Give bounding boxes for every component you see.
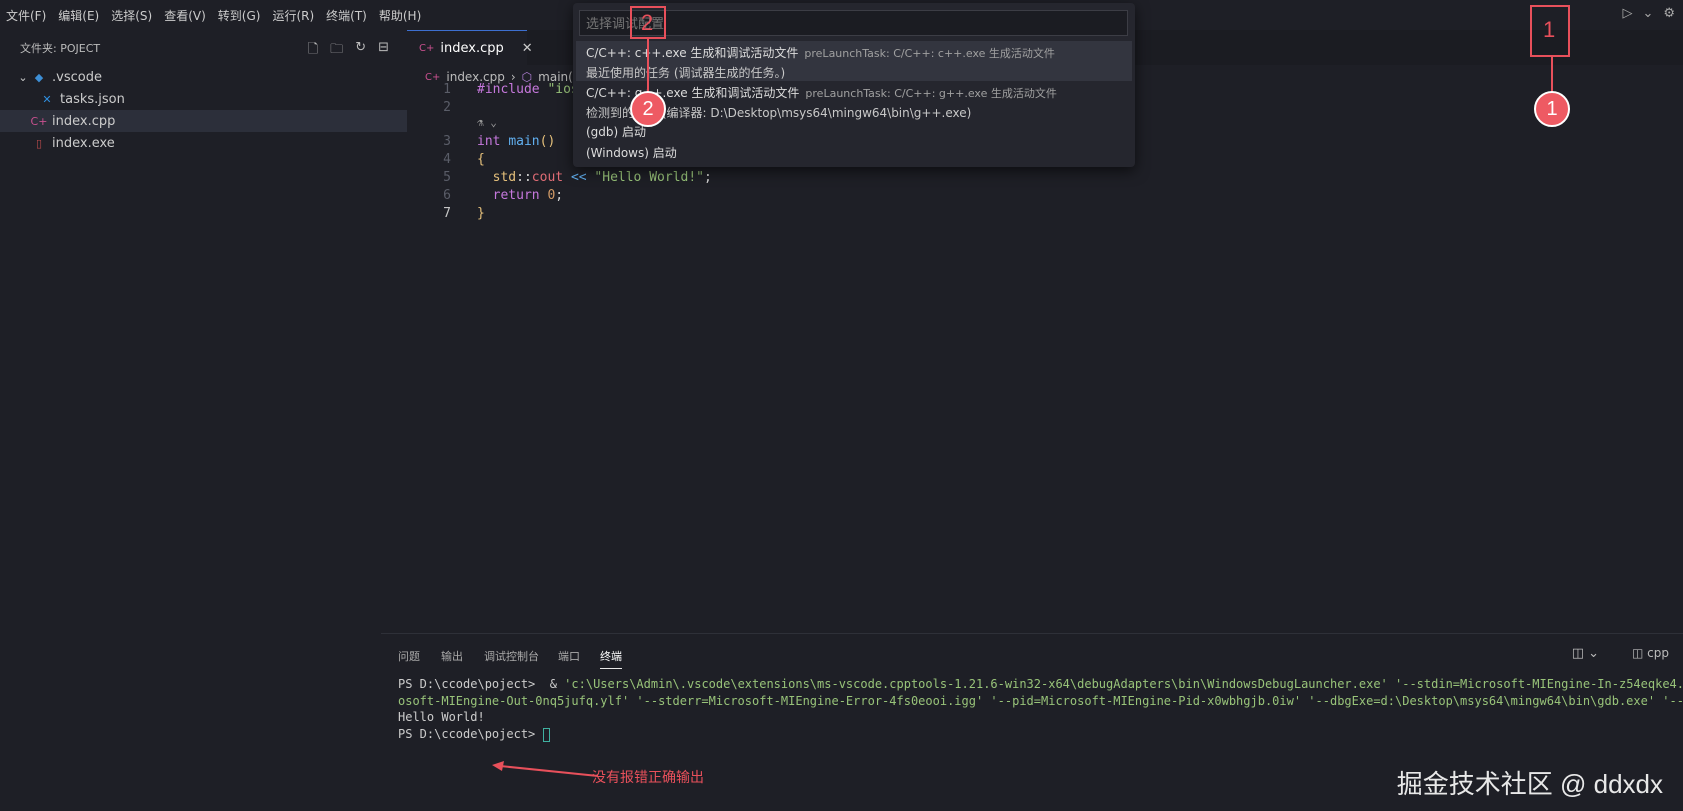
quickpick-item[interactable]: (Windows) 启动 — [576, 144, 1132, 164]
line-number: 2 — [443, 100, 451, 115]
quickpick-item[interactable]: C/C++: c++.exe 生成和调试活动文件 preLaunchTask: C… — [576, 41, 1132, 81]
explorer-title: 文件夹: POJECT — [20, 42, 101, 55]
cpp-file-icon: C+ — [419, 42, 435, 54]
quickpick-item-detail: 检测到的任务 (编译器: D:\Desktop\msys64\mingw64\b… — [586, 106, 972, 120]
menu-run[interactable]: 运行(R) — [266, 7, 320, 24]
watermark: 掘金技术社区 @ ddxdx — [1396, 769, 1663, 799]
terminal-line: osoft-MIEngine-Out-0nq5jufq.ylf' '--stde… — [398, 694, 1683, 708]
vscode-folder-icon: ◆ — [34, 70, 44, 84]
line-number: 4 — [443, 152, 451, 167]
code-line: 6 return 0; — [407, 188, 1683, 206]
code-editor[interactable]: 1 #include "iostream 2 ⚗ ⌄ 3 int main() … — [407, 82, 1683, 678]
terminal-command: 'c:\Users\Admin\.vscode\extensions\ms-vs… — [564, 677, 1683, 691]
tab-label: index.cpp — [440, 40, 504, 56]
tree-item-index-exe[interactable]: ▯ index.exe — [0, 132, 407, 154]
annotation-marker-2: 2 — [630, 91, 666, 127]
cpp-file-icon: C+ — [425, 71, 441, 83]
menu-file[interactable]: 文件(F) — [0, 7, 52, 24]
tree-item-tasks-json[interactable]: ✕ tasks.json — [0, 88, 407, 110]
terminal-prompt: PS D:\ccode\poject> & — [398, 677, 565, 691]
tab-problems[interactable]: 问题 — [398, 648, 420, 664]
code-line: 7 } — [407, 206, 1683, 224]
quickpick-item-description: preLaunchTask: C/C++: c++.exe 生成活动文件 — [804, 47, 1055, 60]
tab-terminal[interactable]: 终端 — [600, 648, 622, 669]
tree-item-vscode[interactable]: ⌄ ◆ .vscode — [0, 66, 407, 88]
tree-item-label: .vscode — [52, 69, 102, 85]
annotation-number-1: 1 — [1543, 17, 1556, 42]
menu-go[interactable]: 转到(G) — [212, 7, 267, 24]
explorer-sidebar: 文件夹: POJECT 🗋 🗀 ↻ ⊟ ⌄ ◆ .vscode ✕ tasks.… — [0, 30, 407, 680]
new-file-icon[interactable]: 🗋 — [308, 40, 318, 62]
tab-output[interactable]: 输出 — [441, 648, 463, 664]
tree-item-label: index.cpp — [52, 113, 116, 129]
tab-debug-console[interactable]: 调试控制台 — [484, 648, 539, 664]
cpp-file-icon: C+ — [30, 114, 48, 128]
quickpick-item-label: (gdb) 启动 — [586, 125, 647, 139]
annotation-arrow — [492, 761, 599, 777]
code-line: 5 std::cout << "Hello World!"; — [407, 170, 1683, 188]
run-debug-icon[interactable]: ▷ — [1622, 6, 1632, 21]
tab-index-cpp[interactable]: C+ index.cpp ✕ — [407, 30, 533, 65]
line-number: 5 — [443, 170, 451, 185]
tree-item-label: tasks.json — [60, 91, 125, 107]
quickpick-item-label: (Windows) 启动 — [586, 146, 677, 160]
tree-item-index-cpp[interactable]: C+ index.cpp — [0, 110, 407, 132]
tree-item-label: index.exe — [52, 135, 115, 151]
exe-file-icon: ▯ — [35, 136, 43, 150]
menu-edit[interactable]: 编辑(E) — [52, 7, 105, 24]
collapse-all-icon[interactable]: ⊟ — [378, 40, 389, 62]
terminal-prompt: PS D:\ccode\poject> — [398, 727, 543, 741]
terminal-profile-label[interactable]: ◫ cpp — [1632, 646, 1669, 660]
menu-help[interactable]: 帮助(H) — [373, 7, 427, 24]
vscode-json-icon: ✕ — [42, 92, 52, 106]
annotation-connector-2 — [647, 39, 649, 91]
line-number: 7 — [443, 206, 451, 221]
code-text: return 0; — [492, 188, 564, 203]
split-terminal-icon[interactable]: ◫ ⌄ — [1572, 646, 1599, 661]
explorer-header: 文件夹: POJECT 🗋 🗀 ↻ ⊟ — [0, 30, 407, 66]
terminal-cursor — [542, 727, 550, 742]
terminal-profile-name: cpp — [1647, 646, 1669, 660]
chevron-down-icon: ⌄ — [18, 70, 28, 84]
new-folder-icon[interactable]: 🗀 — [330, 40, 343, 62]
annotation-note: 没有报错正确输出 — [592, 770, 704, 786]
quickpick-item-label: C/C++: c++.exe 生成和调试活动文件 — [586, 46, 799, 60]
annotation-number-2: 2 — [641, 10, 654, 35]
quickpick-item-detail: 最近使用的任务 (调试器生成的任务。) — [586, 66, 786, 80]
tab-ports[interactable]: 端口 — [558, 648, 580, 664]
quickpick-item[interactable]: (gdb) 启动 — [576, 123, 1132, 143]
gear-icon[interactable]: ⚙ — [1663, 6, 1675, 21]
line-number: 6 — [443, 188, 451, 203]
terminal-line: PS D:\ccode\poject> & 'c:\Users\Admin\.v… — [398, 677, 1683, 691]
annotation-marker-1: 1 — [1534, 91, 1570, 127]
close-icon[interactable]: ✕ — [522, 41, 533, 56]
quickpick-item-description: preLaunchTask: C/C++: g++.exe 生成活动文件 — [805, 87, 1057, 100]
terminal-line: Hello World! — [398, 710, 485, 724]
line-number: 3 — [443, 134, 451, 149]
menu-view[interactable]: 查看(V) — [158, 7, 212, 24]
menu-selection[interactable]: 选择(S) — [105, 7, 158, 24]
terminal-line: PS D:\ccode\poject> — [398, 727, 550, 742]
code-text: { — [477, 152, 485, 167]
annotation-connector-1 — [1551, 57, 1553, 95]
code-text: std::cout << "Hello World!"; — [492, 170, 712, 185]
refresh-icon[interactable]: ↻ — [355, 40, 366, 62]
chevron-down-icon[interactable]: ⌄ — [1642, 6, 1653, 21]
quickpick-item-label: C/C++: g++.exe 生成和调试活动文件 — [586, 86, 800, 100]
menu-terminal[interactable]: 终端(T) — [320, 7, 373, 24]
codelens-run-icon[interactable]: ⚗ ⌄ — [477, 116, 497, 129]
code-text: } — [477, 206, 485, 221]
code-text: int main() — [477, 134, 556, 149]
line-number: 1 — [443, 82, 451, 97]
